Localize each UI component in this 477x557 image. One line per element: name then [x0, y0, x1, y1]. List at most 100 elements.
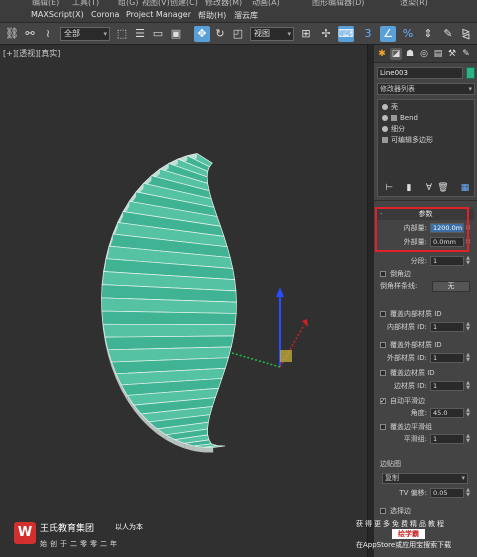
selection-filter-dropdown[interactable]: 全部	[60, 27, 110, 41]
move-icon[interactable]: ✥	[194, 26, 210, 42]
menu-cloud-library[interactable]: 溜云库	[234, 10, 258, 21]
highlight-box	[375, 207, 469, 252]
promo-line-1: 获得更多免费精品教程	[356, 520, 446, 528]
override-smooth-row: 覆盖边平滑组	[374, 421, 477, 433]
auto-smooth-checkbox[interactable]	[380, 395, 386, 407]
menu-item[interactable]: 创建(C)	[170, 0, 198, 8]
mirror-icon[interactable]: ⧎	[458, 26, 474, 42]
command-panel: ✱ ◪ ☗ ◎ ▤ ⚒ ✎ Line003 修改器列表 壳 Bend 细分 可编…	[374, 45, 477, 557]
spinner-arrows-icon[interactable]: ▲ ▼	[465, 434, 471, 444]
perspective-viewport[interactable]: [+][透视][真实] W 王氏教育集团 以人为本 始创于二零零二年	[0, 45, 368, 557]
outer-mat-input[interactable]: 1	[430, 353, 464, 363]
edge-mapping-dropdown[interactable]: 复制	[382, 473, 468, 484]
auto-smooth-row: 自动平滑边	[374, 395, 477, 407]
named-selection-icon[interactable]: ✎	[440, 26, 456, 42]
segments-input[interactable]: 1	[430, 256, 464, 266]
rotate-icon[interactable]: ↻	[212, 26, 228, 42]
keyboard-shortcut-icon[interactable]: ⌨	[338, 26, 354, 42]
menu-item[interactable]: 工具(T)	[72, 0, 99, 8]
motion-tab-icon[interactable]: ◎	[418, 48, 430, 60]
menu-corona[interactable]: Corona	[91, 10, 119, 19]
angle-snap-icon[interactable]: ∠	[380, 26, 396, 42]
object-name-field[interactable]: Line003	[377, 67, 463, 79]
top-menu-partial: 编辑(E) 工具(T) 组(G) 视图(V) 创建(C) 修改器(M) 动画(A…	[0, 0, 477, 8]
menu-item[interactable]: 修改器(M)	[205, 0, 242, 8]
utilities-tab-icon[interactable]: ⚒	[446, 48, 458, 60]
edge-mat-input[interactable]: 1	[430, 381, 464, 391]
override-outer-row: 覆盖外部材质 ID	[374, 339, 477, 351]
select-by-name-icon[interactable]: ☰	[132, 26, 148, 42]
menu-item[interactable]: 组(G)	[118, 0, 138, 8]
configure-sets-icon[interactable]: ▦	[459, 182, 471, 194]
spinner-arrows-icon[interactable]: ▲ ▼	[465, 381, 471, 391]
window-crossing-icon[interactable]: ▣	[168, 26, 184, 42]
rect-selection-icon[interactable]: ▭	[150, 26, 166, 42]
visibility-icon[interactable]	[382, 126, 388, 132]
move-gizmo[interactable]	[0, 45, 368, 557]
percent-snap-icon[interactable]: %	[400, 26, 416, 42]
spinner-arrows-icon[interactable]: ▲ ▼	[465, 322, 471, 332]
select-object-icon[interactable]: ⬚	[114, 26, 130, 42]
smooth-group-input[interactable]: 1	[430, 434, 464, 444]
show-end-result-icon[interactable]: ▮	[403, 182, 415, 194]
override-smooth-checkbox[interactable]	[380, 424, 386, 430]
override-edge-checkbox[interactable]	[380, 370, 386, 376]
wrench-icon[interactable]: ✎	[460, 48, 472, 60]
pin-stack-icon[interactable]: ⊢	[383, 182, 395, 194]
tv-offset-input[interactable]: 0.05	[430, 488, 464, 498]
edge-mapping-label-row: 边贴图	[380, 460, 401, 468]
remove-modifier-icon[interactable]: 🗑	[437, 182, 449, 194]
pivot-center-icon[interactable]: ⊞	[298, 26, 314, 42]
menu-item[interactable]: 渲染(R)	[400, 0, 428, 8]
hierarchy-tab-icon[interactable]: ☗	[404, 48, 416, 60]
menu-project-manager[interactable]: Project Manager	[126, 10, 191, 19]
select-manipulate-icon[interactable]: ✢	[318, 26, 334, 42]
expand-icon[interactable]	[391, 115, 397, 121]
company-subline: 始创于二零零二年	[40, 540, 120, 548]
menu-item[interactable]: 视图(V)	[142, 0, 170, 8]
spinner-arrows-icon[interactable]: ▲ ▼	[465, 256, 471, 266]
menu-maxscript[interactable]: MAXScript(X)	[31, 10, 84, 19]
unlink-icon[interactable]: ⚯	[22, 26, 38, 42]
bevel-edges-checkbox[interactable]	[380, 271, 386, 277]
stack-item-shell[interactable]: 壳	[382, 102, 398, 112]
menu-help[interactable]: 帮助(H)	[198, 10, 226, 21]
stack-item-editable-poly[interactable]: 可编辑多边形	[382, 135, 433, 145]
reference-coord-dropdown[interactable]: 视图	[250, 27, 294, 41]
angle-input[interactable]: 45.0	[430, 408, 464, 418]
make-unique-icon[interactable]: ∀	[423, 182, 435, 194]
visibility-icon[interactable]	[382, 104, 388, 110]
scale-icon[interactable]: ◰	[230, 26, 246, 42]
menu-item[interactable]: 图形编辑器(D)	[312, 0, 364, 8]
link-icon[interactable]: ⛓	[4, 26, 20, 42]
angle-row: 角度: 45.0 ▲ ▼	[410, 407, 471, 418]
menu-item[interactable]: 动画(A)	[252, 0, 280, 8]
modifier-list-dropdown[interactable]: 修改器列表	[377, 83, 475, 95]
menu-item[interactable]: 编辑(E)	[32, 0, 59, 8]
stack-toolbar: ⊢ ▮ ∀ 🗑 ▦	[377, 180, 475, 196]
smooth-group-row: 平滑组: 1 ▲ ▼	[403, 433, 471, 444]
select-edges-row: 选择边	[374, 505, 477, 517]
display-tab-icon[interactable]: ▤	[432, 48, 444, 60]
stack-item-subdivide[interactable]: 细分	[382, 124, 405, 134]
object-color-swatch[interactable]	[466, 67, 475, 79]
spinner-snap-icon[interactable]: ⇕	[420, 26, 436, 42]
override-edge-row: 覆盖边材质 ID	[374, 367, 477, 379]
stack-item-bend[interactable]: Bend	[382, 113, 418, 123]
spinner-arrows-icon[interactable]: ▲ ▼	[465, 488, 471, 498]
bevel-spline-row: 倒角样条线: 无	[374, 280, 477, 292]
override-outer-checkbox[interactable]	[380, 342, 386, 348]
override-inner-checkbox[interactable]	[380, 311, 386, 317]
snap-3d-icon[interactable]: 3	[360, 26, 376, 42]
select-edges-checkbox[interactable]	[380, 508, 386, 514]
spinner-arrows-icon[interactable]: ▲ ▼	[465, 408, 471, 418]
create-tab-icon[interactable]: ✱	[376, 48, 388, 60]
bevel-spline-button[interactable]: 无	[432, 281, 470, 292]
bind-spacewarp-icon[interactable]: ≀	[40, 26, 56, 42]
visibility-icon[interactable]	[382, 115, 388, 121]
tv-offset-row: TV 偏移: 0.05 ▲ ▼	[399, 487, 471, 498]
inner-mat-input[interactable]: 1	[430, 322, 464, 332]
spinner-arrows-icon[interactable]: ▲ ▼	[465, 353, 471, 363]
expand-icon[interactable]	[382, 137, 388, 143]
modify-tab-icon[interactable]: ◪	[390, 48, 402, 60]
